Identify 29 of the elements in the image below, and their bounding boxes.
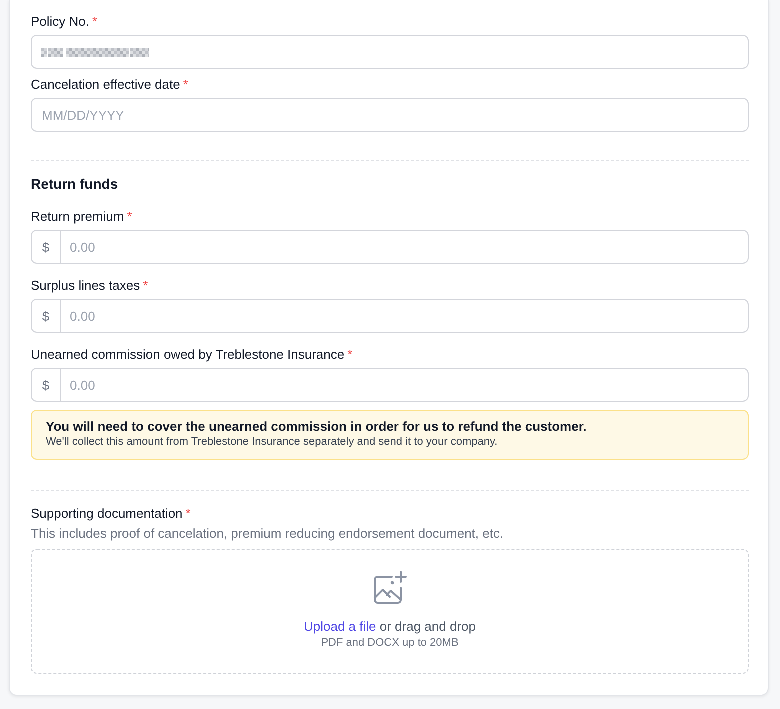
- field-description: This includes proof of cancelation, premium reducing endorsement document, etc.: [31, 526, 505, 542]
- upload-instructions: Upload a file or drag and drop: [304, 619, 476, 635]
- required-mark: *: [127, 209, 132, 225]
- file-type-hint: PDF and DOCX up to 20MB: [321, 636, 459, 650]
- file-dropzone[interactable]: Upload a file or drag and drop PDF and DOCX up to 20MB: [31, 549, 749, 674]
- required-mark: *: [186, 506, 191, 522]
- amount-input[interactable]: 0.00: [61, 230, 749, 264]
- field-label: Supporting documentation: [31, 506, 183, 522]
- currency-prefix: $: [31, 299, 61, 333]
- field-label: Return premium: [31, 209, 124, 225]
- alert-title: You will need to cover the unearned commission in order for us to refund the customer.: [46, 419, 588, 435]
- input-field[interactable]: MM/DD/YYYY: [31, 98, 749, 132]
- field-label: Policy No.: [31, 14, 90, 30]
- required-mark: *: [348, 347, 353, 363]
- upload-link[interactable]: Upload a file: [304, 619, 376, 634]
- amount-input[interactable]: 0.00: [61, 368, 749, 402]
- amount-input[interactable]: 0.00: [61, 299, 749, 333]
- field-label: Unearned commission owed by Treblestone Insurance: [31, 347, 345, 363]
- field-label: Cancelation effective date: [31, 77, 180, 93]
- input-field[interactable]: [31, 35, 749, 69]
- image-add-icon: [373, 571, 407, 605]
- field-label: Surplus lines taxes: [31, 278, 140, 294]
- section-heading: Return funds: [31, 175, 120, 193]
- currency-prefix: $: [31, 368, 61, 402]
- required-mark: *: [183, 77, 188, 93]
- required-mark: *: [92, 14, 98, 30]
- currency-prefix: $: [31, 230, 61, 264]
- alert-message: We'll collect this amount from Treblestone Insurance separately and send it to your company.: [46, 435, 499, 449]
- required-mark: *: [143, 278, 148, 294]
